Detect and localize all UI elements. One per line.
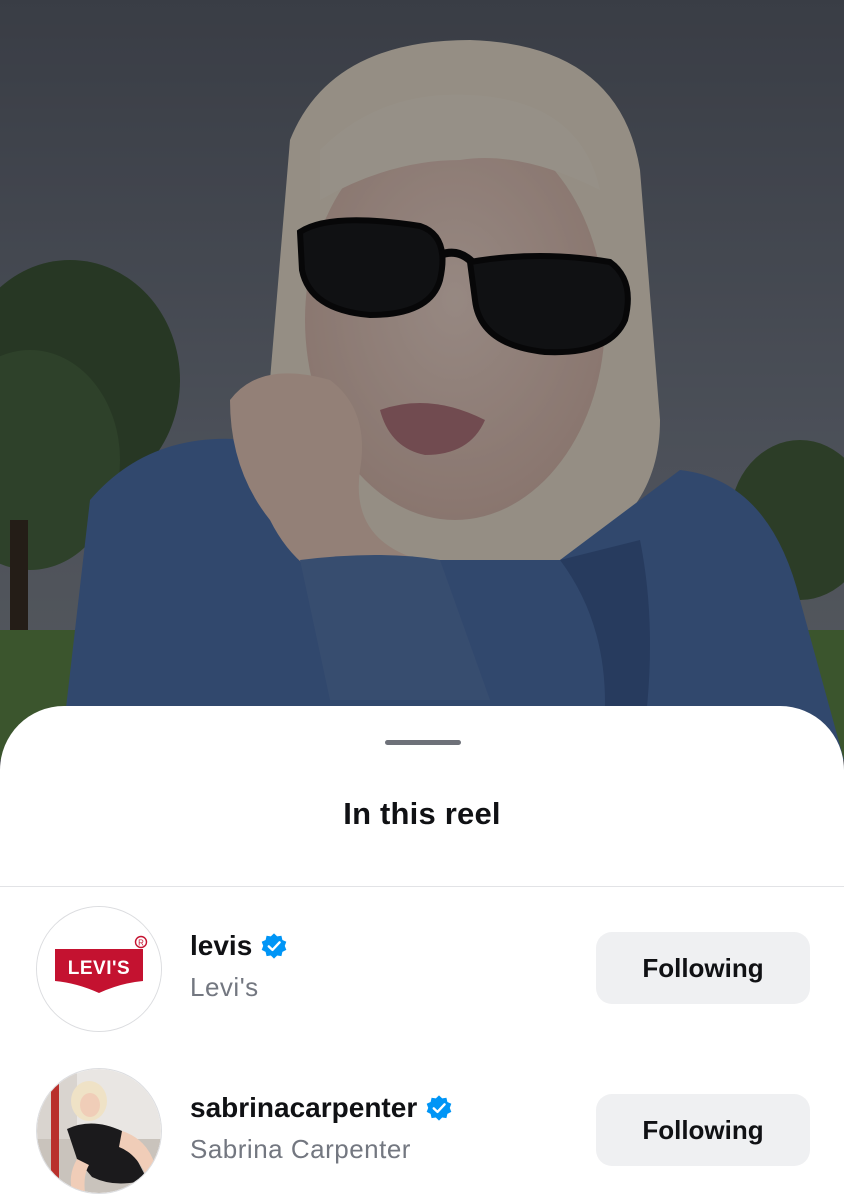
sheet-drag-handle[interactable] (385, 740, 461, 745)
divider (0, 886, 844, 887)
account-row-levis[interactable]: LEVI'S R levis Levi's Following (0, 906, 844, 1046)
display-name: Levi's (190, 972, 259, 1002)
username[interactable]: levis (190, 930, 252, 962)
reel-dim-overlay (0, 0, 844, 760)
sheet-title: In this reel (343, 796, 501, 831)
in-this-reel-sheet: In this reel LEVI'S R levis Levi's Follo… (0, 706, 844, 1200)
verified-badge-icon (261, 933, 287, 959)
username-container: levis (190, 930, 288, 962)
svg-text:R: R (138, 939, 144, 948)
display-name: Sabrina Carpenter (190, 1134, 411, 1164)
following-button[interactable]: Following (596, 932, 810, 1004)
levis-logo-icon: LEVI'S R (37, 907, 161, 1031)
username[interactable]: sabrinacarpenter (190, 1092, 417, 1124)
following-button[interactable]: Following (596, 1094, 810, 1166)
levis-logo-text: LEVI'S (68, 958, 130, 979)
account-row-sabrinacarpenter[interactable]: sabrinacarpenter Sabrina Carpenter Follo… (0, 1068, 844, 1200)
avatar-levis[interactable]: LEVI'S R (36, 906, 162, 1032)
profile-photo-icon (37, 1069, 161, 1193)
username-container: sabrinacarpenter (190, 1092, 453, 1124)
verified-badge-icon (426, 1095, 452, 1121)
avatar-sabrinacarpenter[interactable] (36, 1068, 162, 1194)
